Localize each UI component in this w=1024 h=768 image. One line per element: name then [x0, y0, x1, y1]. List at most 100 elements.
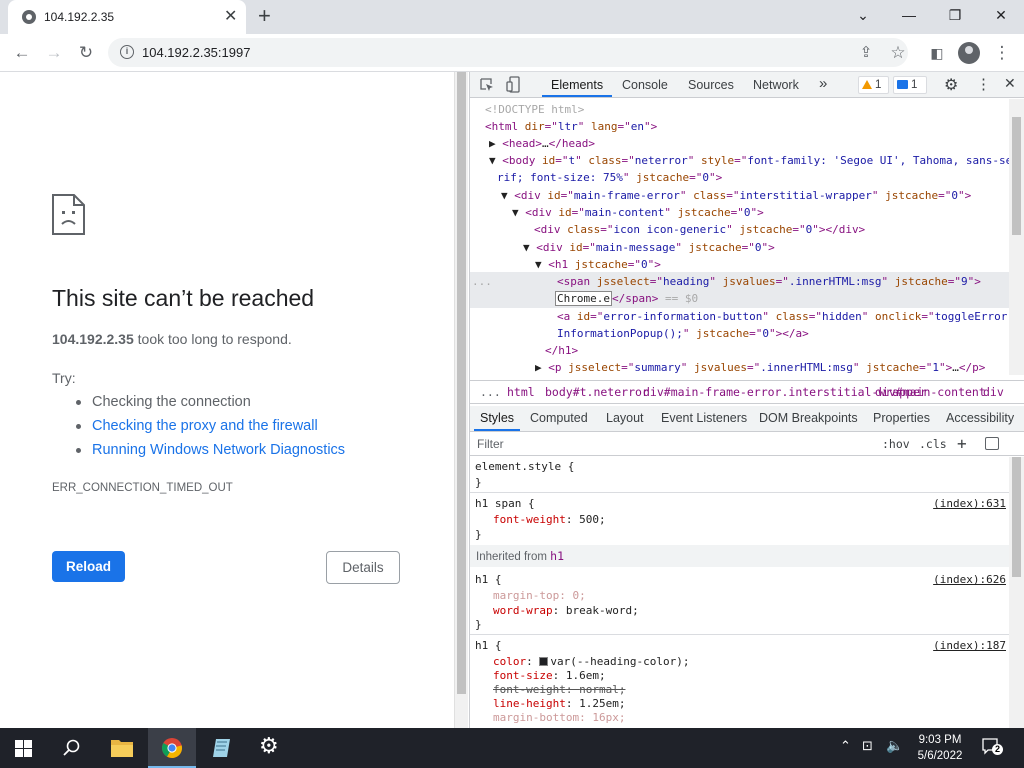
h1-rule-b-margin-bottom[interactable]: margin-bottom: 16px;: [493, 710, 625, 725]
h1-rule-b-font-size[interactable]: font-size: 1.6em;: [493, 668, 606, 683]
h1-rule-b-source-link[interactable]: (index):187: [933, 638, 1006, 653]
devtools-close-icon[interactable]: ✕: [1004, 75, 1016, 92]
dom-node-icon[interactable]: <div class="icon icon-generic" jstcache=…: [534, 221, 865, 238]
dom-node-main-content[interactable]: ▼ <div id="main-content" jstcache="0">: [512, 204, 764, 221]
hover-state-toggle[interactable]: :hov: [882, 437, 910, 451]
minimize-icon[interactable]: —: [894, 4, 924, 28]
warnings-badge[interactable]: 1: [858, 76, 889, 94]
address-bar[interactable]: i 104.192.2.35:1997: [108, 38, 908, 67]
tab-console[interactable]: Console: [622, 78, 668, 92]
dom-node-h1[interactable]: ▼ <h1 jstcache="0">: [535, 256, 661, 273]
breadcrumb-body[interactable]: body#t.neterror: [545, 381, 649, 403]
dom-node-text-edit[interactable]: Chrome.e </span> == $0: [555, 290, 698, 307]
tab-sources[interactable]: Sources: [688, 78, 734, 92]
suggestion-network-diagnostics-link[interactable]: Running Windows Network Diagnostics: [76, 441, 345, 465]
dom-scrollbar-thumb[interactable]: [1012, 117, 1021, 235]
computed-sidebar-toggle-icon[interactable]: [985, 437, 999, 450]
forward-icon[interactable]: →: [42, 42, 66, 64]
system-clock[interactable]: 9:03 PM 5/6/2022: [908, 732, 972, 764]
address-url[interactable]: 104.192.2.35:1997: [142, 45, 250, 60]
h1-rule-a-word-wrap[interactable]: word-wrap: break-word;: [493, 603, 639, 618]
details-button[interactable]: Details: [326, 551, 400, 584]
h1-rule-a-selector[interactable]: h1 {: [475, 572, 502, 587]
tab-elements[interactable]: Elements: [551, 78, 603, 92]
h1-rule-b-font-weight-overridden[interactable]: font-weight: normal;: [493, 682, 625, 697]
h1-rule-a-source-link[interactable]: (index):626: [933, 572, 1006, 587]
breadcrumb-ellipsis[interactable]: ...: [480, 381, 501, 403]
device-toolbar-icon[interactable]: [506, 76, 520, 93]
breadcrumb-div[interactable]: div: [983, 381, 1004, 403]
restore-icon[interactable]: ❐: [940, 4, 970, 28]
volume-icon[interactable]: 🔈: [886, 737, 903, 754]
h1-span-source-link[interactable]: (index):631: [933, 496, 1006, 511]
devtools-menu-kebab-icon[interactable]: ⋮: [976, 75, 991, 93]
styles-pane[interactable]: element.style { } h1 span { (index):631 …: [470, 457, 1010, 728]
window-close-icon[interactable]: ✕: [986, 4, 1016, 28]
class-toggle[interactable]: .cls: [919, 437, 947, 451]
dom-node-error-info-button[interactable]: <a id="error-information-button" class="…: [557, 308, 1007, 325]
h1-rule-b-line-height[interactable]: line-height: 1.25em;: [493, 696, 625, 711]
dom-node-main-message[interactable]: ▼ <div id="main-message" jstcache="0">: [523, 239, 775, 256]
dom-row-dots[interactable]: ...: [472, 273, 492, 290]
profile-avatar-icon[interactable]: [958, 42, 980, 64]
network-icon[interactable]: ⊡: [862, 738, 873, 754]
more-tabs-icon[interactable]: »: [819, 75, 827, 92]
color-swatch-icon[interactable]: [539, 657, 549, 666]
windows-start-icon[interactable]: [15, 740, 32, 757]
dom-node-body[interactable]: ▼ <body id="t" class="neterror" style="f…: [489, 152, 1010, 169]
node-text-editor[interactable]: Chrome.e: [555, 291, 612, 306]
breadcrumb-html[interactable]: html: [507, 381, 535, 403]
dom-node-span-heading[interactable]: <span jsselect="heading" jsvalues=".inne…: [557, 273, 981, 290]
suggestion-proxy-firewall-link[interactable]: Checking the proxy and the firewall: [76, 417, 345, 441]
taskbar-file-explorer[interactable]: [98, 728, 146, 768]
reload-icon[interactable]: ↻: [74, 42, 98, 64]
chevron-down-icon[interactable]: ⌄: [848, 4, 878, 28]
tab-properties[interactable]: Properties: [873, 411, 930, 425]
settings-gear-icon[interactable]: ⚙: [944, 75, 958, 95]
notifications-icon[interactable]: 2: [982, 738, 1004, 756]
messages-badge[interactable]: 1: [893, 76, 927, 94]
dom-scrollbar[interactable]: [1009, 99, 1024, 375]
h1-rule-b-selector[interactable]: h1 {: [475, 638, 502, 653]
tab-network[interactable]: Network: [753, 78, 799, 92]
tray-chevron-up-icon[interactable]: ⌃: [840, 738, 851, 754]
breadcrumb-main-content[interactable]: div#main-content: [875, 381, 986, 403]
new-tab-icon[interactable]: +: [258, 3, 271, 29]
back-icon[interactable]: ←: [10, 42, 34, 64]
taskbar-chrome[interactable]: [148, 728, 196, 768]
bookmark-star-icon[interactable]: ☆: [886, 42, 910, 64]
share-icon[interactable]: ⇪: [854, 42, 878, 64]
reload-button[interactable]: Reload: [52, 551, 125, 582]
styles-scrollbar[interactable]: [1009, 457, 1024, 728]
tab-close-icon[interactable]: ✕: [224, 7, 237, 27]
taskbar-notepad[interactable]: [198, 728, 246, 768]
search-icon[interactable]: [63, 739, 81, 757]
tab-accessibility[interactable]: Accessibility: [946, 411, 1014, 425]
h1-span-selector[interactable]: h1 span {: [475, 496, 535, 511]
side-panel-icon[interactable]: ◧: [925, 42, 949, 64]
browser-tab[interactable]: 104.192.2.35 ✕: [8, 0, 246, 34]
h1-rule-b-color[interactable]: color: var(--heading-color);: [493, 654, 689, 669]
tab-styles[interactable]: Styles: [480, 411, 514, 425]
page-scrollbar[interactable]: [454, 72, 468, 728]
menu-kebab-icon[interactable]: ⋮: [990, 42, 1014, 64]
dom-tree[interactable]: <!DOCTYPE html> <html dir="ltr" lang="en…: [470, 99, 1010, 375]
h1-rule-a-margin-top[interactable]: margin-top: 0;: [493, 588, 586, 603]
dom-node-p-summary[interactable]: ▶ <p jsselect="summary" jsvalues=".inner…: [535, 359, 985, 375]
site-info-icon[interactable]: i: [120, 45, 134, 59]
dom-node-html[interactable]: <html dir="ltr" lang="en">: [485, 118, 657, 135]
tab-dom-breakpoints[interactable]: DOM Breakpoints: [759, 411, 858, 425]
new-style-rule-icon[interactable]: +: [957, 434, 967, 453]
styles-scrollbar-thumb[interactable]: [1012, 457, 1021, 577]
inherited-tag-link[interactable]: h1: [550, 549, 564, 563]
tab-layout[interactable]: Layout: [606, 411, 644, 425]
dom-node-main-frame-error[interactable]: ▼ <div id="main-frame-error" class="inte…: [501, 187, 971, 204]
inspect-element-icon[interactable]: [480, 78, 494, 92]
page-scrollbar-thumb[interactable]: [457, 72, 466, 694]
taskbar-settings[interactable]: ⚙: [246, 728, 294, 768]
styles-filter-input[interactable]: Filter: [477, 437, 504, 451]
tab-event-listeners[interactable]: Event Listeners: [661, 411, 747, 425]
tab-computed[interactable]: Computed: [530, 411, 588, 425]
element-style-selector[interactable]: element.style {: [475, 459, 574, 474]
h1-span-property[interactable]: font-weight: 500;: [493, 512, 606, 527]
